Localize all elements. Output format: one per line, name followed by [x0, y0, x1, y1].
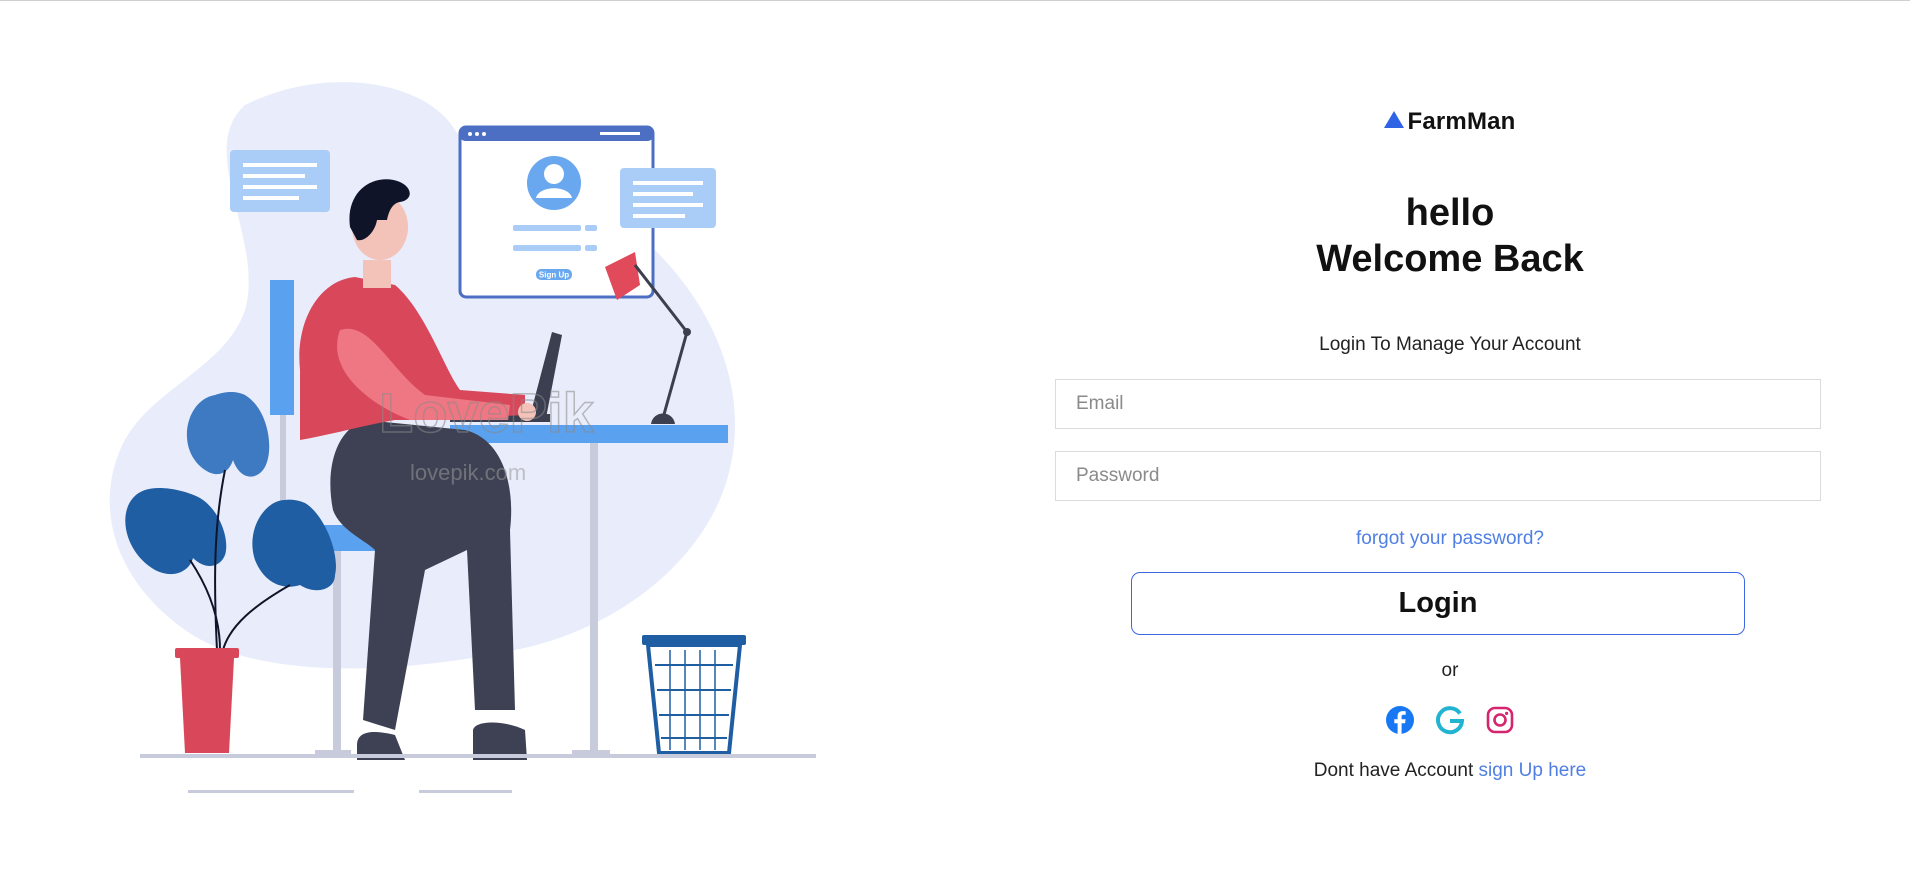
svg-text:LovePik: LovePik	[379, 381, 595, 444]
svg-text:lovepik.com: lovepik.com	[410, 460, 526, 485]
message-card-right	[620, 168, 716, 228]
heading-line-1: hello	[1405, 192, 1495, 234]
signup-link[interactable]: sign Up here	[1479, 760, 1587, 781]
google-icon[interactable]	[1435, 705, 1465, 735]
signup-prompt: Dont have Account sign Up here	[1050, 760, 1850, 782]
brand-name: FarmMan	[1407, 108, 1516, 135]
heading-line-2: Welcome Back	[1316, 238, 1584, 280]
or-divider: or	[1441, 660, 1459, 681]
forgot-password-link[interactable]: forgot your password?	[1050, 528, 1850, 550]
signup-prompt-text: Dont have Account	[1313, 760, 1474, 781]
wastebasket	[642, 635, 746, 755]
login-subtitle: Login To Manage Your Account	[1319, 334, 1581, 355]
social-login-row	[1050, 705, 1850, 735]
password-input[interactable]	[1055, 451, 1821, 501]
welcome-heading: hello Welcome Back	[1050, 190, 1850, 282]
email-input[interactable]	[1055, 379, 1821, 429]
login-button[interactable]: Login	[1131, 572, 1745, 635]
floor-line	[140, 754, 816, 758]
facebook-icon[interactable]	[1385, 705, 1415, 735]
login-panel: FarmMan hello Welcome Back Login To Mana…	[1050, 0, 1850, 882]
screen-signup-label: Sign Up	[539, 271, 569, 280]
triangle-logo-icon	[1384, 111, 1405, 128]
message-card-left	[230, 150, 330, 212]
instagram-icon[interactable]	[1485, 705, 1515, 735]
brand-logo[interactable]: FarmMan	[1050, 108, 1850, 136]
login-illustration: Sign Up LovePik lovepik.com	[95, 70, 875, 830]
